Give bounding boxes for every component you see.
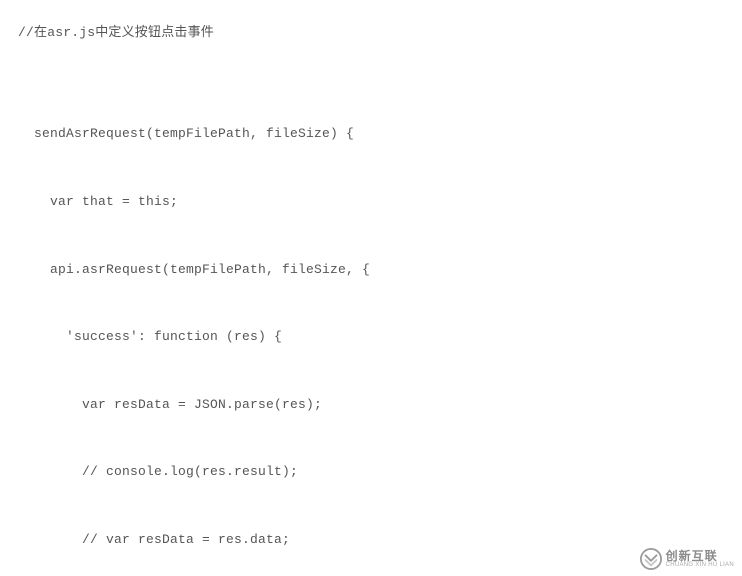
watermark-logo-icon <box>640 548 662 570</box>
code-block: //在asr.js中定义按钮点击事件 sendAsrRequest(tempFi… <box>0 0 742 576</box>
code-content: //在asr.js中定义按钮点击事件 sendAsrRequest(tempFi… <box>18 25 370 576</box>
watermark-cn: 创新互联 <box>666 550 734 562</box>
watermark-text: 创新互联 CHUANG XIN HU LIAN <box>666 550 734 568</box>
watermark: 创新互联 CHUANG XIN HU LIAN <box>640 548 734 570</box>
watermark-en: CHUANG XIN HU LIAN <box>666 562 734 568</box>
